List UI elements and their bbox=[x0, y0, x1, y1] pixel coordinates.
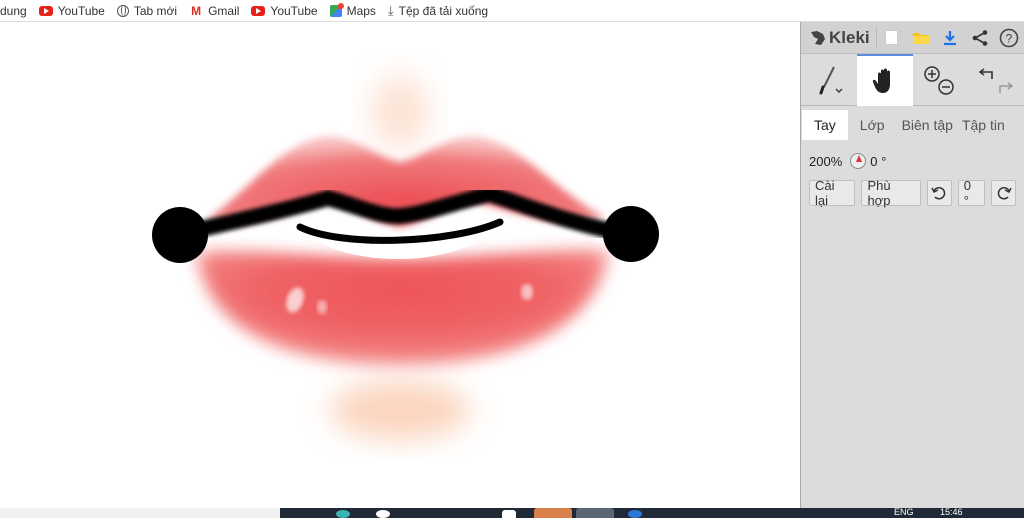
taskbar-app-icon[interactable] bbox=[628, 510, 642, 518]
language-indicator[interactable]: ENG bbox=[894, 507, 914, 517]
tab-tay[interactable]: Tay bbox=[802, 110, 848, 140]
zoom-in-out-icon bbox=[924, 66, 955, 95]
new-file-button[interactable] bbox=[877, 22, 906, 54]
rotate-left-icon bbox=[931, 187, 946, 200]
bookmark-item-youtube-2[interactable]: YouTube bbox=[245, 0, 323, 21]
open-file-button[interactable] bbox=[906, 22, 935, 54]
app-title: Kleki bbox=[829, 27, 870, 47]
maps-icon bbox=[329, 2, 344, 17]
lips-artwork bbox=[152, 74, 659, 440]
kleki-logo-icon bbox=[809, 29, 827, 47]
download-icon: ⤓ bbox=[387, 2, 394, 18]
help-icon: ? bbox=[999, 28, 1019, 47]
tab-lop[interactable]: Lớp bbox=[848, 110, 897, 140]
download-icon bbox=[944, 30, 957, 45]
bookmark-item-tab-moi[interactable]: Tab mới bbox=[111, 0, 183, 21]
taskbar-app-icon[interactable] bbox=[376, 510, 390, 518]
rotation-value: 0 ° bbox=[870, 153, 887, 169]
svg-text:?: ? bbox=[1006, 31, 1013, 45]
bookmark-label: YouTube bbox=[270, 3, 318, 18]
zoom-tool[interactable] bbox=[913, 54, 969, 106]
zoom-rotation-row: 200% 0 ° bbox=[809, 148, 1016, 174]
undo-redo-tool[interactable] bbox=[968, 54, 1024, 106]
reset-button[interactable]: Cài lại bbox=[809, 178, 856, 208]
angle-button[interactable]: 0 ° bbox=[957, 178, 986, 208]
bookmark-item-youtube[interactable]: YouTube bbox=[33, 0, 111, 21]
tool-selector bbox=[801, 54, 1024, 106]
view-buttons: Cài lại Phù hợp 0 ° bbox=[809, 178, 1016, 208]
bookmark-label: Tệp đã tải xuống bbox=[398, 3, 489, 18]
help-button[interactable]: ? bbox=[995, 22, 1024, 54]
globe-icon bbox=[116, 4, 129, 17]
logo-toolbar: Kleki ? bbox=[801, 22, 1024, 54]
bookmark-label: Tab mới bbox=[133, 3, 178, 18]
zoom-value: 200% bbox=[809, 153, 843, 169]
windows-taskbar: ENG 15:46 bbox=[0, 507, 1024, 518]
taskbar-search-area[interactable] bbox=[0, 508, 280, 518]
clock[interactable]: 15:46 bbox=[940, 507, 963, 517]
gmail-icon: M bbox=[191, 3, 202, 18]
share-button[interactable] bbox=[965, 22, 994, 54]
fit-button[interactable]: Phù hợp bbox=[861, 178, 921, 208]
brush-tool[interactable] bbox=[801, 54, 857, 106]
kleki-side-panel: Kleki ? Tay Lớp Biên tập Tập tin 200% 0 … bbox=[800, 22, 1024, 508]
youtube-icon bbox=[251, 5, 266, 16]
panel-tabs: Tay Lớp Biên tập Tập tin bbox=[801, 110, 1024, 140]
tab-bien-tap[interactable]: Biên tập bbox=[897, 110, 958, 140]
bookmark-label: dung bbox=[0, 3, 27, 18]
drawing-canvas[interactable] bbox=[0, 22, 800, 508]
bookmark-label: Gmail bbox=[208, 3, 240, 18]
share-icon bbox=[972, 29, 988, 46]
bookmark-item-dung[interactable]: dung bbox=[0, 0, 33, 21]
hand-tool[interactable] bbox=[856, 54, 913, 106]
taskbar-app-icon[interactable] bbox=[336, 510, 350, 518]
taskbar-app-icon[interactable] bbox=[534, 508, 572, 518]
hand-icon bbox=[872, 68, 890, 93]
bookmark-label: YouTube bbox=[57, 3, 105, 18]
bookmark-item-downloads[interactable]: ⤓ Tệp đã tải xuống bbox=[382, 0, 494, 21]
brush-icon bbox=[819, 66, 843, 95]
rotate-right-button[interactable] bbox=[991, 180, 1016, 206]
undo-redo-icon bbox=[978, 68, 1014, 93]
bookmark-label: Maps bbox=[346, 3, 376, 18]
rotate-right-icon bbox=[997, 187, 1012, 200]
bookmark-item-maps[interactable]: Maps bbox=[324, 0, 382, 21]
taskbar-app-icon[interactable] bbox=[502, 510, 516, 518]
bookmarks-bar: dung YouTube Tab mới M Gmail YouTube Map… bbox=[0, 0, 1024, 22]
compass-icon[interactable] bbox=[850, 153, 867, 169]
download-button[interactable] bbox=[936, 22, 965, 54]
hand-tool-options: 200% 0 ° Cài lại Phù hợp 0 ° bbox=[801, 140, 1024, 214]
tab-tap-tin[interactable]: Tập tin bbox=[958, 110, 1009, 140]
bookmark-item-gmail[interactable]: M Gmail bbox=[183, 0, 245, 21]
taskbar-app-icon[interactable] bbox=[576, 508, 614, 518]
rotate-left-button[interactable] bbox=[926, 180, 952, 206]
youtube-icon bbox=[38, 5, 53, 16]
folder-icon bbox=[912, 33, 929, 44]
blank-page-icon bbox=[884, 30, 898, 45]
